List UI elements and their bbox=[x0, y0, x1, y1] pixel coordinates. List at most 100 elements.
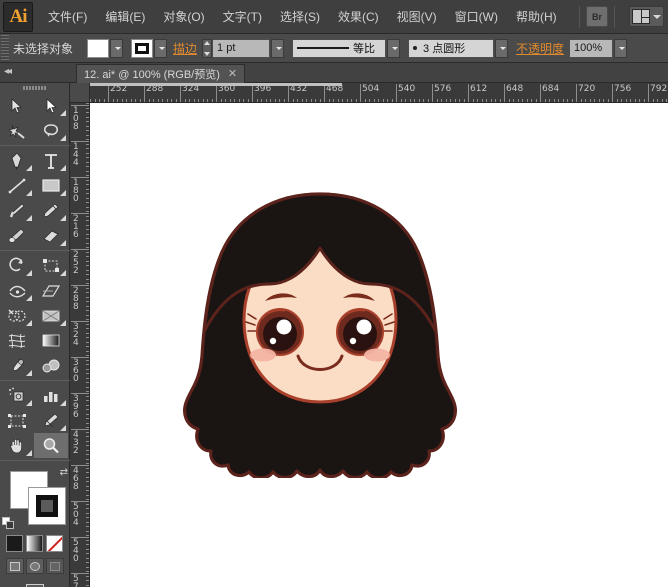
ruler-corner[interactable] bbox=[70, 83, 90, 103]
blob-brush-tool[interactable] bbox=[0, 223, 34, 248]
shape-builder-tool[interactable] bbox=[0, 303, 34, 328]
fill-swatch[interactable] bbox=[87, 39, 109, 58]
pen-tool[interactable] bbox=[0, 148, 34, 173]
tool-flyout-indicator[interactable] bbox=[26, 370, 32, 376]
color-mode-button[interactable] bbox=[6, 535, 23, 552]
symbol-sprayer-tool[interactable] bbox=[0, 383, 34, 408]
menu-type[interactable]: 文字(T) bbox=[214, 6, 271, 28]
tool-flyout-indicator[interactable] bbox=[60, 215, 66, 221]
canvas-area[interactable] bbox=[90, 103, 668, 587]
stroke-weight-control[interactable]: 1 pt bbox=[202, 39, 284, 58]
tool-flyout-indicator[interactable] bbox=[60, 240, 66, 246]
default-fill-stroke-icon[interactable] bbox=[2, 517, 14, 529]
perspective-grid-tool[interactable] bbox=[34, 303, 68, 328]
stroke-color-control[interactable] bbox=[131, 39, 167, 58]
brush-dropdown-button[interactable] bbox=[495, 39, 508, 58]
tool-flyout-indicator[interactable] bbox=[60, 110, 66, 116]
gradient-tool[interactable] bbox=[34, 328, 68, 353]
artwork-girl-face[interactable] bbox=[170, 188, 470, 478]
tool-flyout-indicator[interactable] bbox=[26, 270, 32, 276]
type-tool[interactable] bbox=[34, 148, 68, 173]
tool-flyout-indicator[interactable] bbox=[26, 215, 32, 221]
width-tool[interactable] bbox=[0, 278, 34, 303]
document-tab[interactable]: 12. ai* @ 100% (RGB/预览) ✕ bbox=[76, 64, 245, 83]
rotate-tool[interactable] bbox=[0, 253, 34, 278]
tool-flyout-indicator[interactable] bbox=[60, 270, 66, 276]
workspace-switcher-button[interactable] bbox=[629, 6, 664, 27]
line-segment-tool[interactable] bbox=[0, 173, 34, 198]
ruler-major-tick bbox=[216, 84, 217, 102]
menu-window[interactable]: 窗口(W) bbox=[446, 6, 507, 28]
tool-flyout-indicator[interactable] bbox=[26, 165, 32, 171]
opacity-control[interactable]: 100% bbox=[569, 39, 627, 58]
mesh-tool[interactable] bbox=[0, 328, 34, 353]
vertical-ruler[interactable]: 1081441802162522883243603964324685045405… bbox=[70, 103, 90, 587]
opacity-dropdown-button[interactable] bbox=[614, 39, 627, 58]
variable-width-profile-control[interactable]: 等比 bbox=[292, 39, 400, 58]
menu-edit[interactable]: 编辑(E) bbox=[96, 6, 154, 28]
fill-color-control[interactable] bbox=[87, 39, 123, 58]
stroke-weight-dropdown-button[interactable] bbox=[271, 39, 284, 58]
stroke-color-swatch[interactable] bbox=[28, 487, 66, 525]
tool-flyout-indicator[interactable] bbox=[26, 190, 32, 196]
column-graph-tool[interactable] bbox=[34, 383, 68, 408]
menu-file[interactable]: 文件(F) bbox=[39, 6, 96, 28]
tool-flyout-indicator[interactable] bbox=[60, 425, 66, 431]
tool-flyout-indicator[interactable] bbox=[60, 400, 66, 406]
gradient-mode-button[interactable] bbox=[26, 535, 43, 552]
lasso-tool[interactable] bbox=[34, 118, 68, 143]
menu-view[interactable]: 视图(V) bbox=[388, 6, 446, 28]
tool-flyout-indicator[interactable] bbox=[26, 400, 32, 406]
slice-tool[interactable] bbox=[34, 408, 68, 433]
tool-flyout-indicator[interactable] bbox=[60, 165, 66, 171]
brush-definition-control[interactable]: 3 点圆形 bbox=[408, 39, 508, 58]
menu-effect[interactable]: 效果(C) bbox=[329, 6, 388, 28]
control-bar-grip[interactable] bbox=[1, 35, 9, 62]
stroke-weight-stepper[interactable] bbox=[202, 39, 212, 58]
menu-object[interactable]: 对象(O) bbox=[154, 6, 213, 28]
stroke-dropdown-button[interactable] bbox=[154, 39, 167, 58]
blend-tool[interactable] bbox=[34, 353, 68, 378]
eraser-tool[interactable] bbox=[34, 223, 68, 248]
stroke-swatch[interactable] bbox=[131, 39, 153, 58]
selection-tool[interactable] bbox=[0, 93, 34, 118]
direct-selection-tool[interactable] bbox=[34, 93, 68, 118]
close-icon[interactable]: ✕ bbox=[228, 69, 237, 80]
tool-flyout-indicator[interactable] bbox=[26, 320, 32, 326]
tool-flyout-indicator[interactable] bbox=[26, 450, 32, 456]
stroke-weight-input[interactable]: 1 pt bbox=[212, 39, 270, 58]
fullscreen-menubar-mode-button[interactable] bbox=[26, 558, 44, 574]
bridge-icon[interactable]: Br bbox=[586, 6, 608, 27]
magic-wand-tool[interactable] bbox=[0, 118, 34, 143]
stroke-link-label[interactable]: 描边 bbox=[173, 40, 197, 57]
eyedropper-tool[interactable] bbox=[0, 353, 34, 378]
rectangle-tool[interactable] bbox=[34, 173, 68, 198]
opacity-link-label[interactable]: 不透明度 bbox=[516, 40, 564, 57]
profile-preview[interactable]: 等比 bbox=[292, 39, 386, 58]
normal-screen-mode-button[interactable] bbox=[6, 558, 24, 574]
free-transform-tool[interactable] bbox=[34, 278, 68, 303]
menu-help[interactable]: 帮助(H) bbox=[507, 6, 566, 28]
zoom-tool[interactable] bbox=[34, 433, 68, 458]
scale-tool[interactable] bbox=[34, 253, 68, 278]
pencil-tool[interactable] bbox=[34, 198, 68, 223]
tool-flyout-indicator[interactable] bbox=[60, 320, 66, 326]
brush-preview[interactable]: 3 点圆形 bbox=[408, 39, 494, 58]
change-screen-mode-icon[interactable] bbox=[0, 574, 69, 587]
collapse-panel-icon[interactable]: ◂◂ bbox=[4, 66, 10, 77]
tool-flyout-indicator[interactable] bbox=[60, 135, 66, 141]
horizontal-ruler[interactable]: 2522883243603964324685045405766126486847… bbox=[90, 83, 668, 103]
tool-flyout-indicator[interactable] bbox=[26, 295, 32, 301]
tool-panel-grip[interactable] bbox=[0, 83, 69, 93]
menu-select[interactable]: 选择(S) bbox=[271, 6, 329, 28]
none-mode-button[interactable] bbox=[46, 535, 63, 552]
fullscreen-mode-button[interactable] bbox=[46, 558, 64, 574]
paintbrush-tool[interactable] bbox=[0, 198, 34, 223]
tool-flyout-indicator[interactable] bbox=[60, 190, 66, 196]
opacity-input[interactable]: 100% bbox=[569, 39, 613, 58]
artboard-tool[interactable] bbox=[0, 408, 34, 433]
fill-dropdown-button[interactable] bbox=[110, 39, 123, 58]
hand-tool[interactable] bbox=[0, 433, 34, 458]
swap-fill-stroke-icon[interactable]: ⇄ bbox=[60, 467, 68, 478]
profile-dropdown-button[interactable] bbox=[387, 39, 400, 58]
